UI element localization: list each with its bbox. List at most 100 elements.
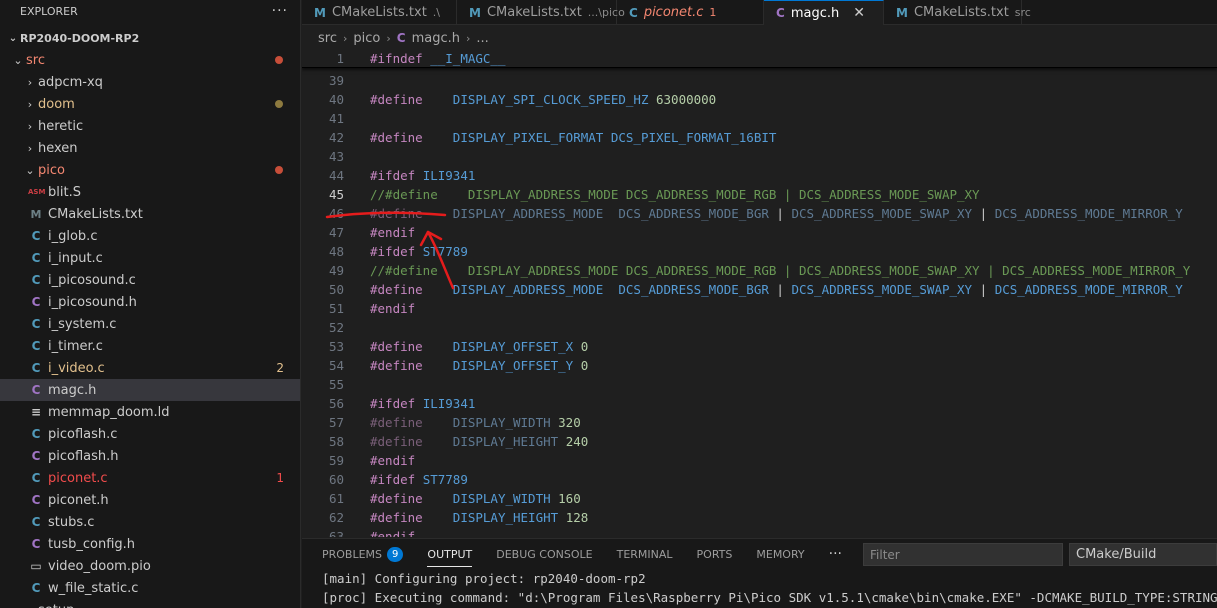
code-line[interactable]: 60 #ifdef ST7789 — [302, 470, 468, 489]
panel-tab[interactable]: DEBUG CONSOLE — [496, 539, 592, 569]
code-line[interactable]: 59 #endif — [302, 451, 415, 470]
file-item[interactable]: Cpicoflash.h — [0, 445, 300, 467]
code-line[interactable]: 62 #define DISPLAY_HEIGHT 128 — [302, 508, 588, 527]
file-item[interactable]: Ctusb_config.h — [0, 533, 300, 555]
code-line[interactable]: 40 #define DISPLAY_SPI_CLOCK_SPEED_HZ 630… — [302, 90, 716, 109]
output-filter-input[interactable]: Filter — [863, 543, 1063, 566]
file-item[interactable]: Ci_timer.c — [0, 335, 300, 357]
file-item[interactable]: Ci_picosound.c — [0, 269, 300, 291]
folder-item[interactable]: ›setup — [0, 599, 300, 608]
file-item[interactable]: ≡ memmap_doom.ld — [0, 401, 300, 423]
breadcrumb-file[interactable]: magc.h — [412, 31, 460, 46]
file-item[interactable]: Cpicoflash.c — [0, 423, 300, 445]
code-token: DISPLAY_SPI_CLOCK_SPEED_HZ — [452, 92, 656, 107]
code-token: #ifdef — [370, 472, 423, 487]
chevron-down-icon: ⌄ — [25, 163, 35, 177]
sticky-scroll-header[interactable]: 1 #ifndef __I_MAGC__ — [302, 47, 1217, 68]
asm-file-icon: ASM — [28, 188, 46, 196]
close-icon[interactable]: ✕ — [853, 5, 865, 21]
code-line[interactable]: 47 #endif — [302, 223, 415, 242]
file-item[interactable]: M CMakeLists.txt — [0, 203, 300, 225]
tab-label: magc.h — [790, 5, 840, 21]
editor-tab[interactable]: M CMakeLists.txt .\ — [302, 0, 457, 25]
code-line[interactable]: 53 #define DISPLAY_OFFSET_X 0 — [302, 337, 588, 356]
file-item[interactable]: Ci_system.c — [0, 313, 300, 335]
panel-tab[interactable]: MEMORY — [756, 539, 804, 569]
code-line[interactable]: 61 #define DISPLAY_WIDTH 160 — [302, 489, 581, 508]
code-token: #define — [370, 510, 453, 525]
code-line[interactable]: 56 #ifdef ILI9341 — [302, 394, 475, 413]
editor-tab[interactable]: Cmagc.h ✕ — [764, 0, 884, 25]
file-item[interactable]: Cstubs.c — [0, 511, 300, 533]
panel-tab[interactable]: TERMINAL — [617, 539, 673, 569]
code-line[interactable]: 57 #define DISPLAY_WIDTH 320 — [302, 413, 581, 432]
panel-tab[interactable]: PORTS — [697, 539, 733, 569]
code-token: #define — [370, 339, 453, 354]
folder-item[interactable]: › heretic — [0, 115, 300, 137]
output-channel-value: CMake/Build — [1076, 547, 1157, 562]
code-token: DCS_ADDRESS_MODE_SWAP_XY — [791, 206, 980, 221]
code-line[interactable]: 55 — [302, 375, 344, 394]
folder-item[interactable]: ⌄ src — [0, 49, 300, 71]
file-item[interactable]: Cpiconet.c 1 — [0, 467, 300, 489]
folder-item[interactable]: › adpcm-xq — [0, 71, 300, 93]
editor-tab[interactable]: M CMakeLists.txt ...\pico — [457, 0, 625, 25]
code-token: #endif — [370, 301, 416, 316]
code-token: #ifdef — [370, 396, 423, 411]
output-line: [main] Configuring project: rp2040-doom-… — [322, 571, 646, 586]
editor-tab[interactable]: M CMakeLists.txt src — [884, 0, 1031, 25]
code-line[interactable]: 51 #endif — [302, 299, 415, 318]
code-line[interactable]: 58 #define DISPLAY_HEIGHT 240 — [302, 432, 588, 451]
code-line[interactable]: 52 — [302, 318, 344, 337]
chevron-right-icon: › — [386, 31, 391, 45]
folder-item[interactable]: › doom — [0, 93, 300, 115]
file-item[interactable]: Cpiconet.h — [0, 489, 300, 511]
code-editor[interactable]: 1 #ifndef __I_MAGC__ 39 40 #define DISPLAY_S… — [302, 47, 1217, 537]
panel-tab-label: TERMINAL — [616, 547, 673, 561]
code-line[interactable]: 1 #ifndef __I_MAGC__ — [302, 49, 505, 68]
tree-item-label: piconet.h — [48, 492, 109, 508]
editor-tab[interactable]: Cpiconet.c 1 — [617, 0, 764, 25]
c-file-icon: C — [629, 5, 638, 20]
code-text: #ifndef __I_MAGC__ — [370, 51, 505, 66]
file-item[interactable]: Ci_video.c 2 — [0, 357, 300, 379]
h-file-icon: C — [31, 493, 41, 507]
code-line[interactable]: 49 //#define DISPLAY_ADDRESS_MODE DCS_ADD… — [302, 261, 1190, 280]
breadcrumb-symbol[interactable]: ... — [476, 31, 488, 46]
code-line[interactable]: 43 — [302, 147, 344, 166]
panel-tab[interactable]: OUTPUT — [427, 539, 472, 569]
project-root[interactable]: ⌄ RP2040-DOOM-RP2 — [0, 27, 300, 49]
tree-item-label: CMakeLists.txt — [48, 206, 143, 222]
code-token: #endif — [370, 453, 416, 468]
breadcrumb-pico[interactable]: pico — [353, 31, 380, 46]
panel-more-button[interactable]: ··· — [829, 546, 842, 562]
code-line[interactable]: 48 #ifdef ST7789 — [302, 242, 468, 261]
code-line[interactable]: 54 #define DISPLAY_OFFSET_Y 0 — [302, 356, 588, 375]
code-line[interactable]: 50 #define DISPLAY_ADDRESS_MODE DCS_ADDRE… — [302, 280, 1183, 299]
file-item[interactable]: Ci_glob.c — [0, 225, 300, 247]
file-item[interactable]: Ci_input.c — [0, 247, 300, 269]
code-line[interactable]: 42 #define DISPLAY_PIXEL_FORMAT DCS_PIXEL… — [302, 128, 776, 147]
output-channel-select[interactable]: CMake/Build — [1069, 543, 1217, 566]
code-line[interactable]: 46 #define DISPLAY_ADDRESS_MODE DCS_ADDRE… — [302, 204, 1183, 223]
folder-item[interactable]: › hexen — [0, 137, 300, 159]
code-line[interactable]: 63 #endif — [302, 527, 415, 537]
code-line[interactable]: 39 — [302, 71, 344, 90]
file-item[interactable]: ASM blit.S — [0, 181, 300, 203]
status-dot — [275, 166, 283, 174]
folder-item[interactable]: ⌄ pico — [0, 159, 300, 181]
tree-item-label: magc.h — [48, 382, 97, 398]
explorer-more-button[interactable]: ··· — [272, 3, 288, 19]
file-item[interactable]: Cmagc.h — [0, 379, 300, 401]
code-line[interactable]: 41 — [302, 109, 344, 128]
file-item[interactable]: ▭ video_doom.pio — [0, 555, 300, 577]
breadcrumb-src[interactable]: src — [318, 31, 337, 46]
file-item[interactable]: Ci_picosound.h — [0, 291, 300, 313]
code-line[interactable]: 45 //#define DISPLAY_ADDRESS_MODE DCS_ADD… — [302, 185, 980, 204]
code-token: #define — [370, 130, 453, 145]
code-text: #define DISPLAY_SPI_CLOCK_SPEED_HZ 63000… — [370, 92, 716, 107]
panel-tab[interactable]: PROBLEMS 9 — [322, 539, 404, 569]
file-item[interactable]: Cw_file_static.c — [0, 577, 300, 599]
code-line[interactable]: 44 #ifdef ILI9341 — [302, 166, 475, 185]
code-text: //#define DISPLAY_ADDRESS_MODE DCS_ADDRE… — [370, 263, 1190, 278]
